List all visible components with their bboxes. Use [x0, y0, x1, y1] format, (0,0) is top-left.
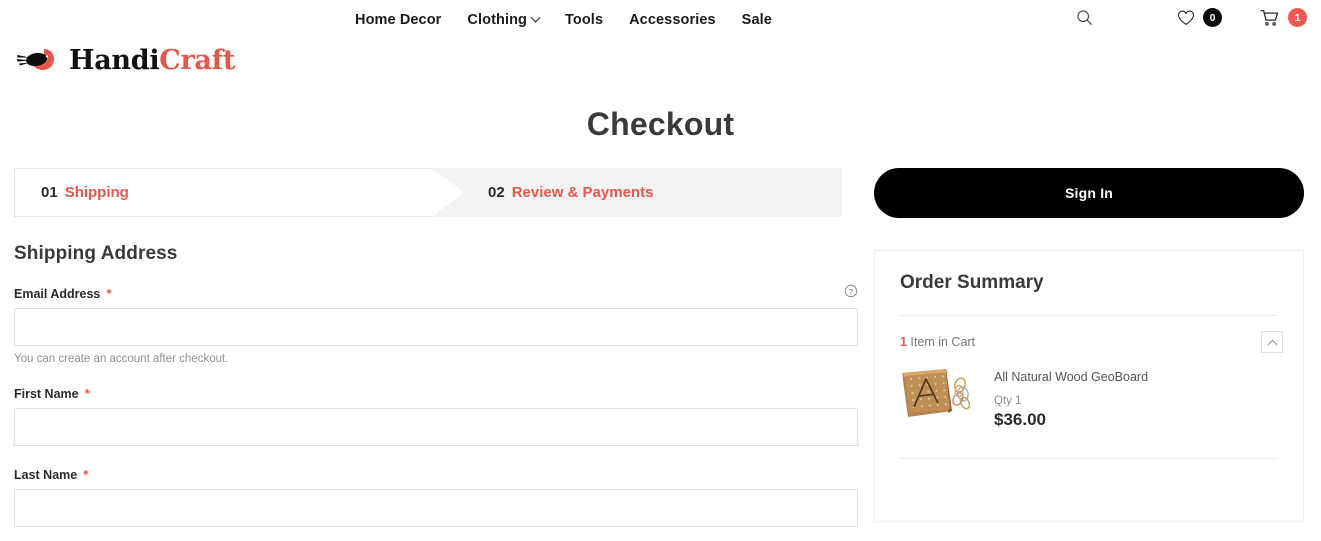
last-name-input[interactable]	[14, 489, 858, 527]
heart-icon	[1177, 10, 1195, 25]
order-summary-heading: Order Summary	[900, 272, 1044, 293]
required-marker: *	[83, 467, 89, 482]
first-name-label: First Name *	[14, 387, 858, 401]
header-icon-group: 0 1	[1076, 8, 1307, 27]
order-summary-panel: Order Summary 1 Item in Cart All Natural…	[874, 250, 1304, 522]
field-email-address: Email Address * ? You can create an acco…	[14, 284, 858, 365]
site-logo[interactable]: HandiCraft	[16, 46, 235, 76]
svg-text:?: ?	[849, 287, 853, 296]
menu-button[interactable]	[1129, 11, 1149, 24]
shopping-cart-icon	[1260, 9, 1279, 26]
last-name-label: Last Name *	[14, 468, 858, 482]
cart-count-badge: 1	[1288, 8, 1307, 27]
nav-label: Tools	[565, 12, 604, 28]
product-thumbnail	[902, 369, 971, 417]
shipping-address-form: Shipping Address Email Address * ? You c…	[14, 243, 858, 527]
first-name-input[interactable]	[14, 408, 858, 446]
checkout-page: Home Decor Clothing Tools Accessories Sa…	[0, 0, 1321, 541]
chevron-up-icon	[1267, 339, 1277, 350]
cart-item-count-text: 1 Item in Cart	[900, 335, 975, 349]
help-tooltip-icon[interactable]: ?	[844, 284, 858, 298]
product-name: All Natural Wood GeoBoard	[994, 370, 1149, 384]
page-title: Checkout	[586, 106, 735, 142]
nav-label: Accessories	[629, 12, 716, 28]
wishlist-button[interactable]: 0	[1177, 8, 1222, 27]
nav-item-accessories[interactable]: Accessories	[629, 11, 716, 29]
step-number: 02	[488, 184, 505, 201]
checkout-progress-bar: 01 Shipping 02 Review & Payments	[14, 168, 842, 217]
step-shipping[interactable]: 01 Shipping	[14, 168, 464, 217]
required-marker: *	[106, 286, 112, 301]
step-number: 01	[41, 184, 58, 201]
toggle-cart-items-button[interactable]	[1261, 331, 1283, 353]
nav-label: Sale	[741, 12, 772, 28]
label-text: First Name	[14, 387, 79, 401]
nav-label: Home Decor	[355, 12, 442, 28]
wishlist-count-badge: 0	[1203, 8, 1222, 27]
main-navigation: Home Decor Clothing Tools Accessories Sa…	[355, 11, 772, 29]
email-address-input[interactable]	[14, 308, 858, 346]
label-text: Last Name	[14, 468, 78, 482]
logo-text-primary: Handi	[69, 45, 160, 76]
shipping-address-heading: Shipping Address	[14, 243, 178, 264]
divider	[900, 458, 1278, 459]
cart-items-header: 1 Item in Cart	[875, 316, 1303, 353]
product-details: All Natural Wood GeoBoard Qty 1 $36.00	[994, 363, 1148, 430]
site-header: Home Decor Clothing Tools Accessories Sa…	[0, 0, 1321, 42]
field-last-name: Last Name *	[14, 468, 858, 527]
email-address-label: Email Address *	[14, 287, 858, 301]
nav-label: Clothing	[467, 12, 528, 28]
nav-item-tools[interactable]: Tools	[565, 11, 603, 29]
product-price: $36.00	[994, 410, 1046, 429]
search-button[interactable]	[1076, 9, 1093, 26]
product-qty: Qty 1	[994, 395, 1022, 407]
logo-wordmark: HandiCraft	[69, 46, 235, 76]
cart-item-row: All Natural Wood GeoBoard Qty 1 $36.00	[875, 353, 1303, 430]
step-label: Review & Payments	[511, 184, 654, 201]
bird-logo-icon	[17, 49, 54, 70]
chevron-down-icon	[530, 12, 541, 23]
logo-text-accent: Craft	[159, 45, 236, 76]
cart-item-count-label: Item in Cart	[906, 335, 976, 349]
email-helper-text: You can create an account after checkout…	[14, 353, 229, 365]
label-text: Email Address	[14, 287, 101, 301]
nav-item-home-decor[interactable]: Home Decor	[355, 11, 441, 29]
cart-item-count-number: 1	[900, 335, 907, 349]
field-first-name: First Name *	[14, 387, 858, 446]
step-review-payments[interactable]: 02 Review & Payments	[424, 168, 842, 217]
sign-in-button[interactable]: Sign In	[874, 168, 1304, 218]
required-marker: *	[84, 386, 90, 401]
nav-item-sale[interactable]: Sale	[742, 11, 772, 29]
cart-button[interactable]: 1	[1260, 8, 1307, 27]
nav-item-clothing[interactable]: Clothing	[467, 11, 541, 29]
search-icon	[1077, 10, 1092, 25]
step-label: Shipping	[64, 184, 129, 201]
